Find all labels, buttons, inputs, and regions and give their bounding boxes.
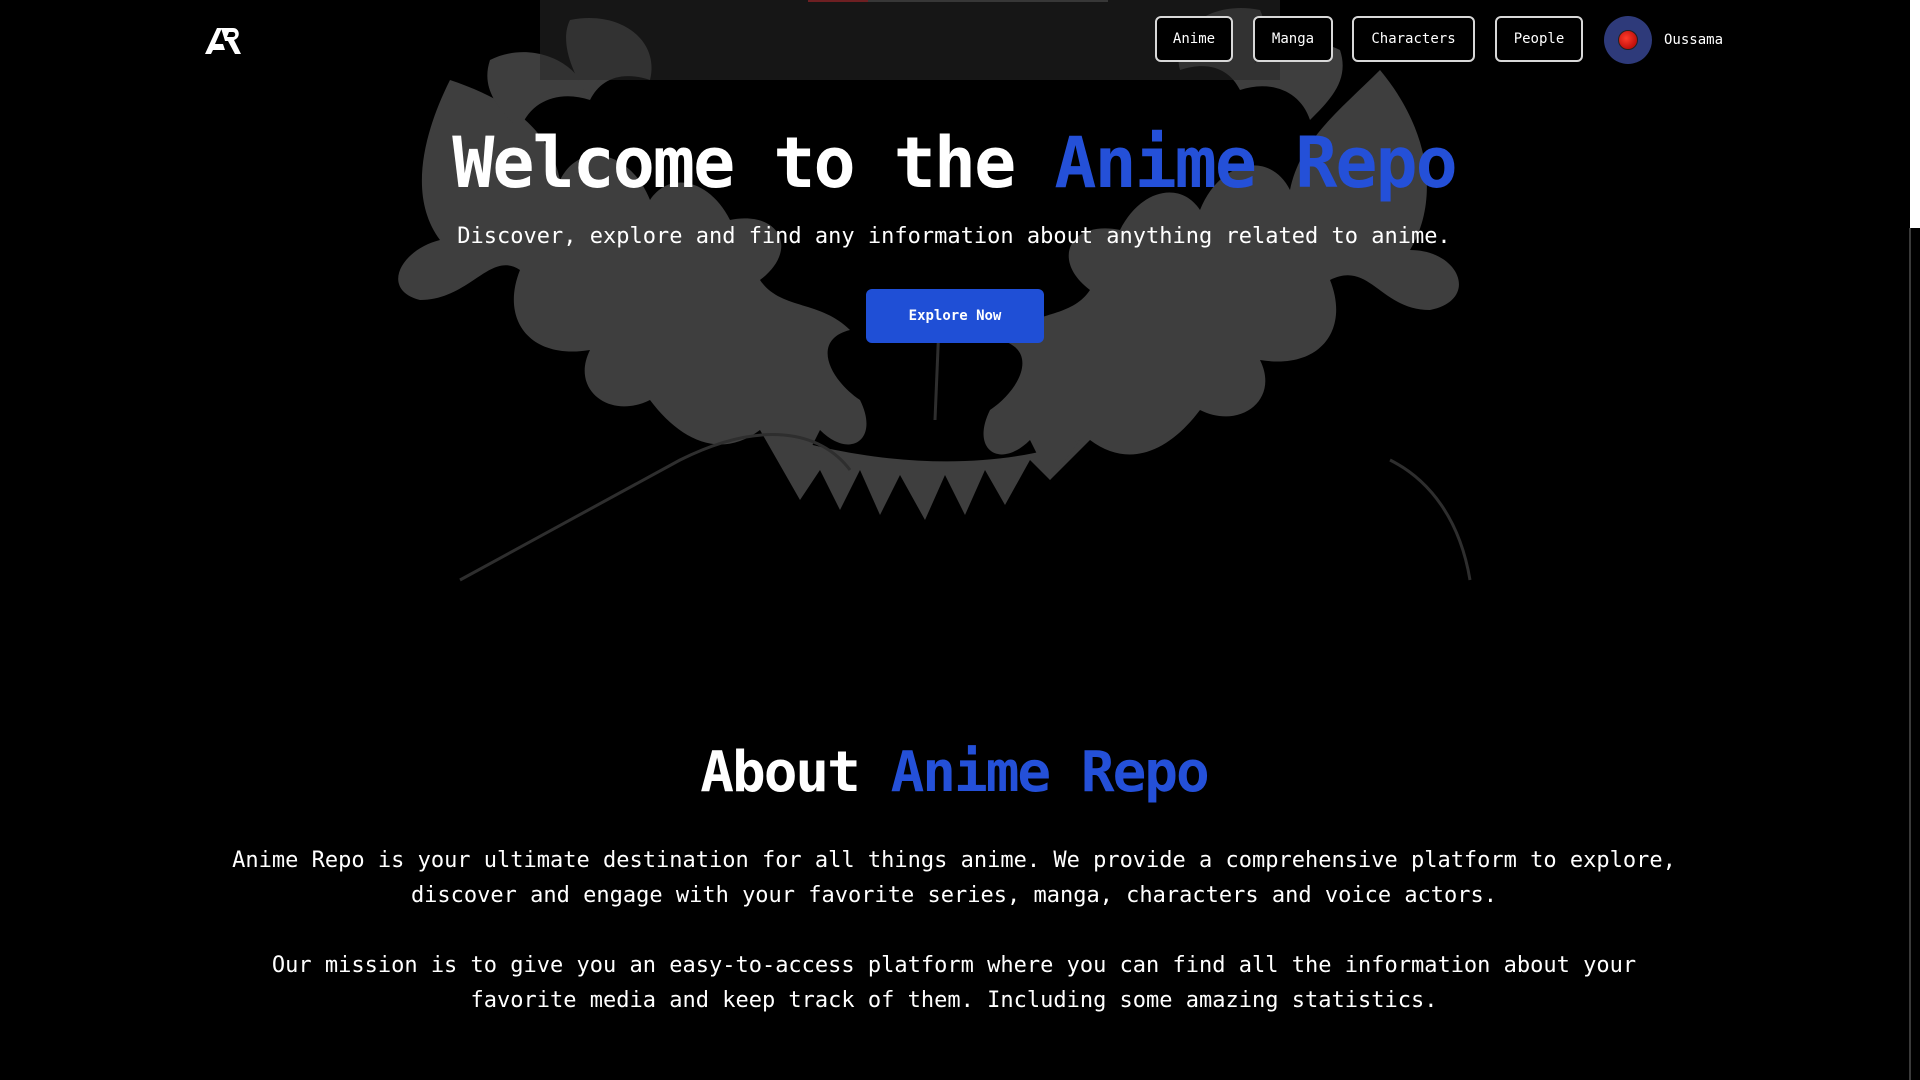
about-paragraph-2-line-1: Our mission is to give you an easy-to-ac… bbox=[271, 953, 1637, 978]
nav-people-button[interactable]: People bbox=[1495, 16, 1583, 62]
page: Anime Manga Characters People Oussama We… bbox=[0, 0, 1920, 1080]
nav-characters-button[interactable]: Characters bbox=[1352, 16, 1475, 62]
nav-anime-button[interactable]: Anime bbox=[1155, 16, 1233, 62]
about-paragraph-1: Anime Repo is your ultimate destination … bbox=[190, 843, 1718, 913]
nav-manga-button[interactable]: Manga bbox=[1253, 16, 1333, 62]
logo-icon[interactable] bbox=[203, 24, 243, 56]
hero-title-accent: Anime Repo bbox=[1054, 122, 1457, 204]
about-paragraph-2: Our mission is to give you an easy-to-ac… bbox=[190, 948, 1718, 1018]
avatar-icon[interactable] bbox=[1604, 16, 1652, 64]
scrollbar-track bbox=[1909, 228, 1911, 1080]
explore-now-button[interactable]: Explore Now bbox=[866, 289, 1044, 343]
avatar-image bbox=[1618, 30, 1638, 50]
about-title-text: About bbox=[700, 740, 891, 805]
navbar: Anime Manga Characters People Oussama bbox=[0, 0, 1920, 80]
about-title-accent: Anime Repo bbox=[890, 740, 1210, 805]
user-name: Oussama bbox=[1664, 32, 1724, 48]
about-paragraph-2-line-2: favorite media and keep track of them. I… bbox=[470, 988, 1438, 1013]
about-paragraph-1-line-1: Anime Repo is your ultimate destination … bbox=[232, 848, 1676, 873]
about-title: About Anime Repo bbox=[0, 738, 1908, 808]
about-paragraph-1-line-2: discover and engage with your favorite s… bbox=[410, 883, 1498, 908]
hero-subtitle: Discover, explore and find any informati… bbox=[457, 224, 1451, 249]
hero-title-text: Welcome to the bbox=[452, 122, 1055, 204]
hero-title: Welcome to the Anime Repo bbox=[0, 118, 1908, 208]
user-menu[interactable]: Oussama bbox=[1604, 16, 1723, 64]
